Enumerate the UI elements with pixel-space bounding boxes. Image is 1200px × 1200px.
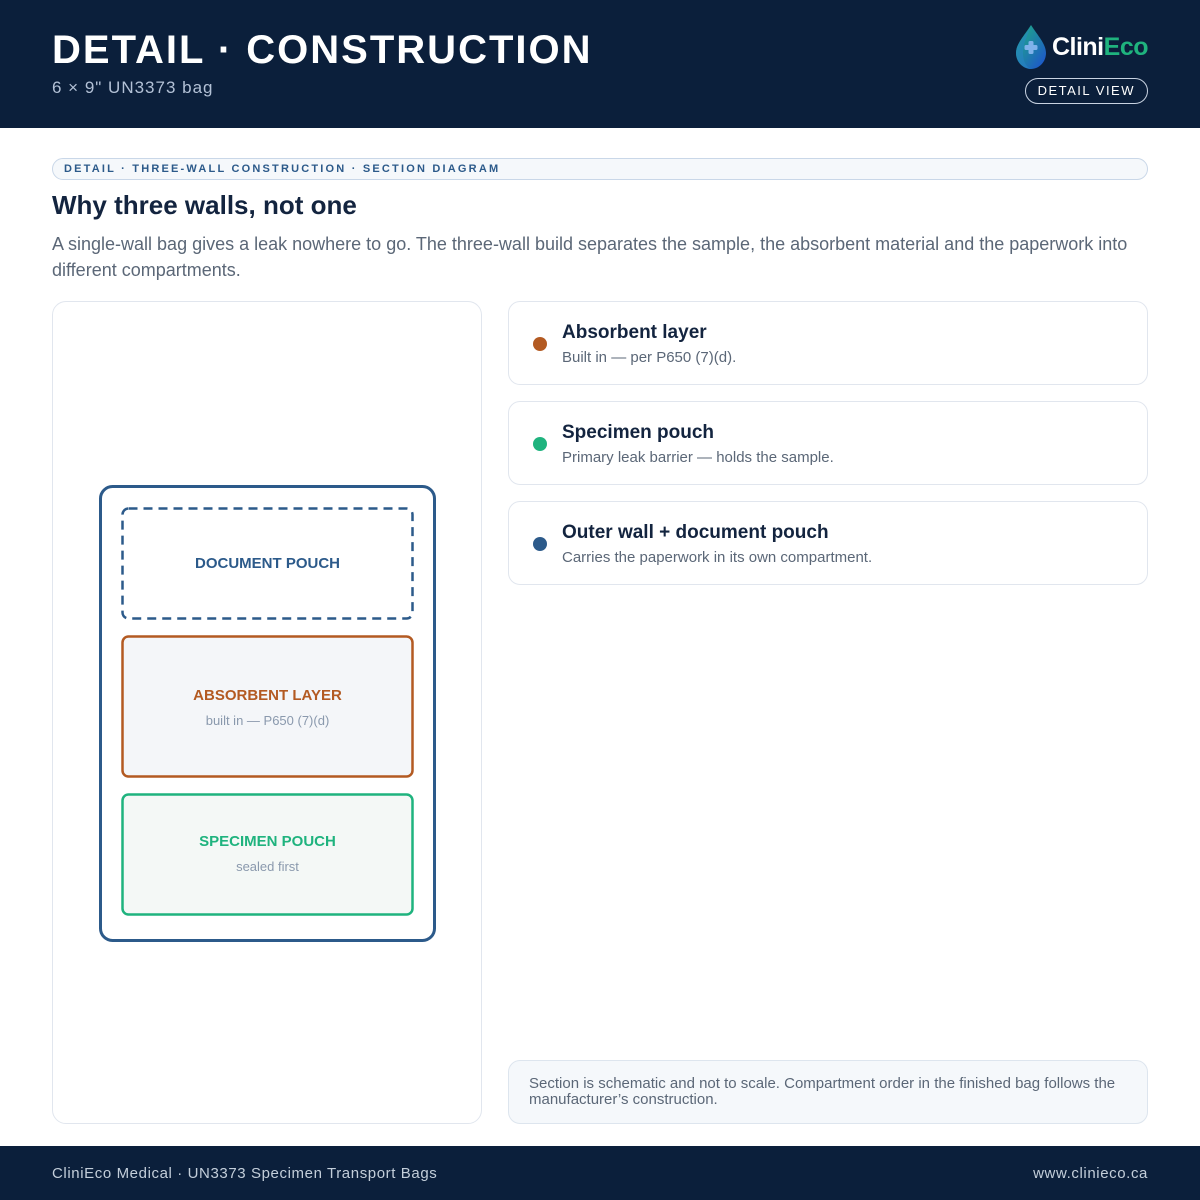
legend-title: Specimen pouch (562, 422, 715, 443)
legend-description: Primary leak barrier — holds the sample. (562, 449, 834, 466)
three-wall-section-diagram: DOCUMENT POUCH ABSORBENT LAYER built in … (99, 485, 436, 942)
legend-title: Outer wall + document pouch (562, 522, 829, 543)
section-diagram-card: DOCUMENT POUCH ABSORBENT LAYER built in … (52, 301, 482, 1124)
specimen-pouch (121, 793, 414, 916)
brand-logo: CliniEco (1014, 24, 1149, 70)
section-eyebrow: DETAIL · THREE-WALL CONSTRUCTION · SECTI… (52, 158, 1148, 180)
section-lead: A single-wall bag gives a leak nowhere t… (52, 234, 1128, 280)
specimen-pouch-label: SPECIMEN POUCH (199, 833, 336, 850)
absorbent-dot-icon (533, 337, 547, 351)
legend-item-specimen: Specimen pouch Primary leak barrier — ho… (508, 401, 1148, 485)
document-pouch-label: DOCUMENT POUCH (195, 555, 340, 572)
footer-bar: CliniEco Medical · UN3373 Specimen Trans… (0, 1146, 1200, 1200)
brand-name: CliniEco (1051, 32, 1149, 61)
page-title: DETAIL · CONSTRUCTION (52, 28, 593, 72)
section-heading: Why three walls, not one (52, 190, 357, 220)
legend-item-outer-wall: Outer wall + document pouch Carries the … (508, 501, 1148, 585)
footer-website-link[interactable]: www.clinieco.ca (1033, 1165, 1148, 1182)
specimen-pouch-sublabel: sealed first (236, 859, 299, 874)
absorbent-layer-sublabel: built in — P650 (7)(d) (206, 713, 330, 728)
specimen-dot-icon (533, 437, 547, 451)
absorbent-layer-label: ABSORBENT LAYER (193, 687, 342, 704)
legend-item-absorbent: Absorbent layer Built in — per P650 (7)(… (508, 301, 1148, 385)
legend-title: Absorbent layer (562, 322, 707, 343)
outer-wall-dot-icon (533, 537, 547, 551)
drop-cross-icon (1014, 24, 1048, 70)
header-bar: DETAIL · CONSTRUCTION 6 × 9" UN3373 bag … (0, 0, 1200, 128)
page-subtitle: 6 × 9" UN3373 bag (52, 78, 214, 97)
detail-view-badge: DETAIL VIEW (1024, 78, 1148, 104)
legend-description: Carries the paperwork in its own compart… (562, 549, 873, 566)
footer-company: CliniEco Medical · UN3373 Specimen Trans… (52, 1165, 438, 1182)
absorbent-layer (121, 635, 414, 778)
schematic-note: Section is schematic and not to scale. C… (508, 1060, 1148, 1124)
legend-description: Built in — per P650 (7)(d). (562, 349, 737, 366)
